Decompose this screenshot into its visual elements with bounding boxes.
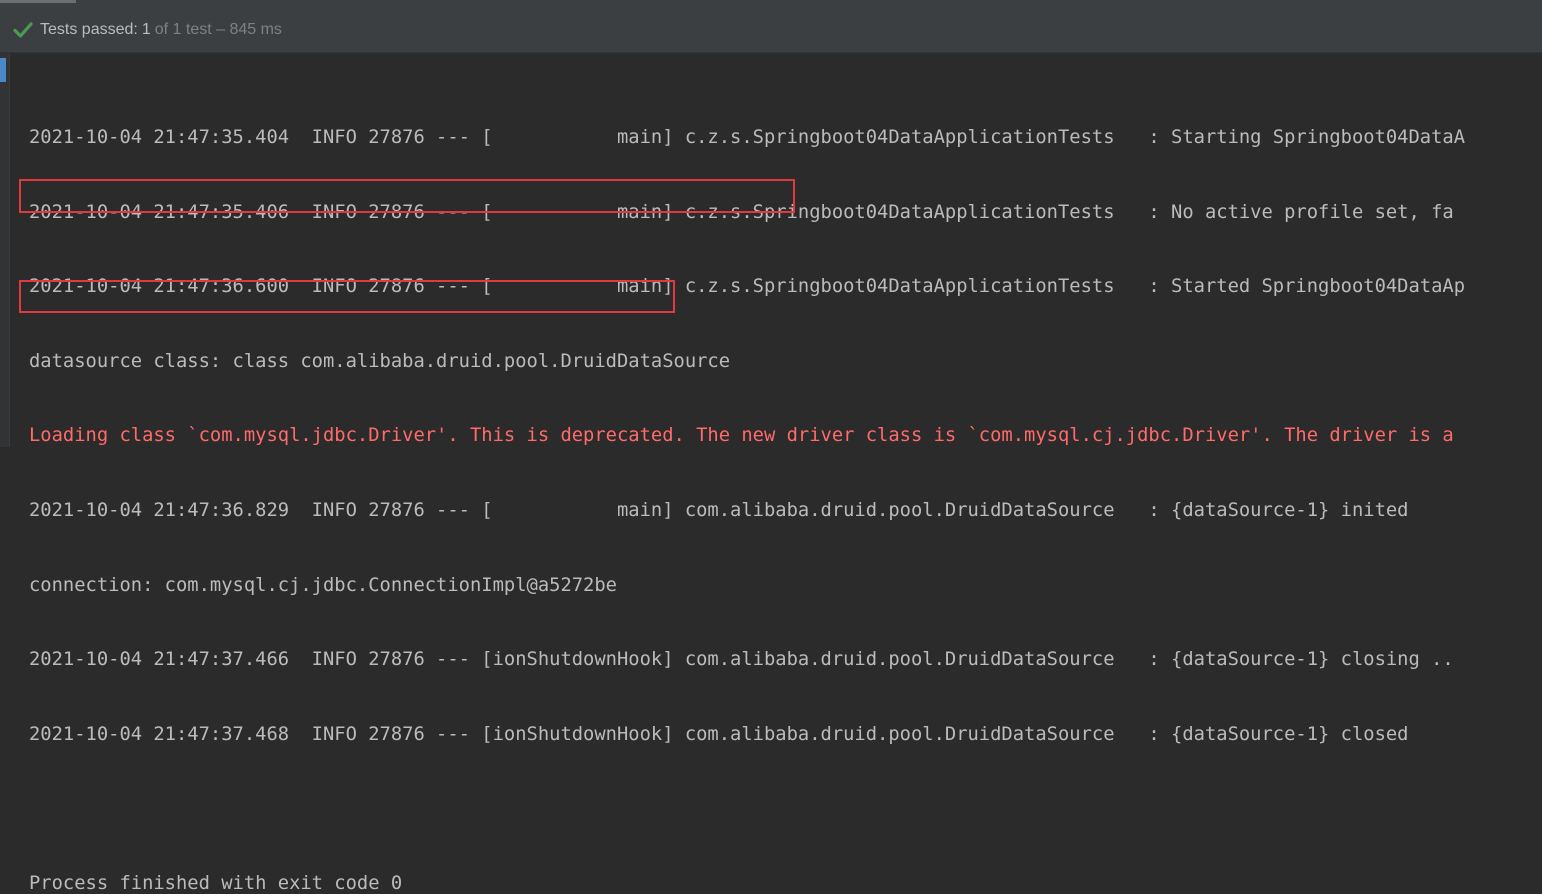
console-output[interactable]: 2021-10-04 21:47:35.404 INFO 27876 --- […: [29, 80, 1542, 894]
console-gutter: [0, 53, 10, 447]
console-line-datasource: datasource class: class com.alibaba.drui…: [29, 350, 731, 372]
console-line: 2021-10-04 21:47:35.406 INFO 27876 --- […: [29, 201, 1454, 223]
console-line: 2021-10-04 21:47:36.600 INFO 27876 --- […: [29, 276, 1466, 298]
console-line-exit: Process finished with exit code 0: [29, 872, 403, 894]
tests-passed-label: Tests passed:: [40, 21, 138, 38]
tests-passed-count: 1: [141, 21, 151, 38]
tab-indicator: [0, 0, 76, 3]
console-line: 2021-10-04 21:47:37.466 INFO 27876 --- […: [29, 649, 1454, 671]
check-icon: [13, 22, 33, 38]
test-status: Tests passed: 1 of 1 test – 845 ms: [12, 19, 282, 41]
console-line: 2021-10-04 21:47:35.404 INFO 27876 --- […: [29, 127, 1466, 148]
console-line: 2021-10-04 21:47:36.829 INFO 27876 --- […: [29, 499, 1409, 521]
console-line-warning: Loading class `com.mysql.jdbc.Driver'. T…: [29, 425, 1454, 447]
test-status-bar: Tests passed: 1 of 1 test – 845 ms: [0, 0, 1542, 53]
gutter-marker: [0, 58, 6, 82]
console-line-connection: connection: com.mysql.cj.jdbc.Connection…: [29, 574, 617, 596]
tests-total-duration: of 1 test – 845 ms: [154, 21, 282, 38]
console-line: 2021-10-04 21:47:37.468 INFO 27876 --- […: [29, 723, 1409, 745]
